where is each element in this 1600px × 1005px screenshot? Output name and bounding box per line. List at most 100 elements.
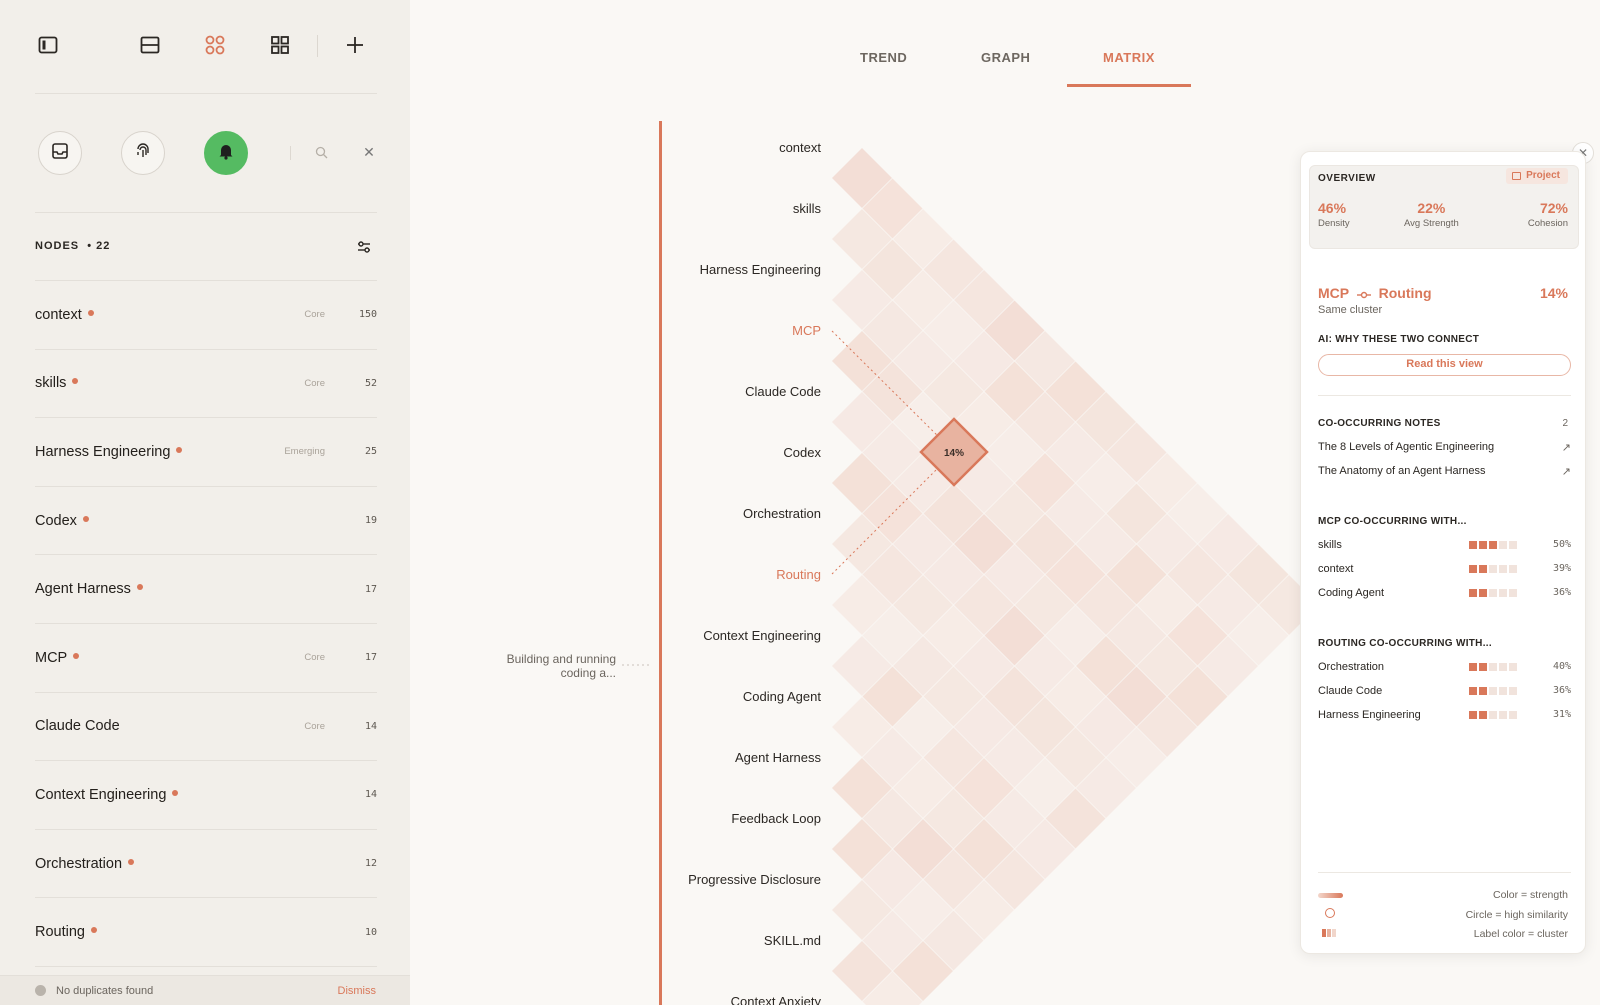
project-badge[interactable]: Project — [1506, 168, 1568, 184]
pair-node-a: MCP — [1318, 285, 1349, 301]
co-occurrence-row[interactable]: skills 50% — [1318, 539, 1571, 551]
strength-bar — [1479, 589, 1487, 597]
strength-bar — [1499, 541, 1507, 549]
co-pct: 36% — [1552, 587, 1571, 598]
strength-bar — [1509, 687, 1517, 695]
strength-bar — [1489, 711, 1497, 719]
matrix-row-label[interactable]: Harness Engineering — [700, 262, 821, 277]
co-pct: 36% — [1552, 685, 1571, 696]
co-node-name: Coding Agent — [1318, 587, 1385, 599]
matrix-row-label[interactable]: SKILL.md — [764, 933, 821, 948]
selected-cell-label: 14% — [944, 448, 964, 459]
stat-value: 72% — [1539, 200, 1568, 216]
strength-bar — [1489, 687, 1497, 695]
strength-bar — [1479, 663, 1487, 671]
matrix-row-label[interactable]: context — [779, 140, 821, 155]
link-icon — [1356, 286, 1371, 302]
density-stat: 46% Density — [1318, 200, 1350, 229]
strength-bar — [1469, 663, 1477, 671]
strength-bar — [1499, 663, 1507, 671]
matrix-cells — [832, 148, 1319, 1005]
stat-value: 46% — [1318, 200, 1347, 216]
strength-bar — [1489, 663, 1497, 671]
lock-icon — [1512, 172, 1522, 180]
matrix-row-label[interactable]: MCP — [792, 323, 821, 338]
pair-title: MCP Routing — [1318, 285, 1432, 302]
matrix-row-label[interactable]: skills — [793, 201, 821, 216]
matrix-row-label[interactable]: Orchestration — [743, 506, 821, 521]
matrix-row-label[interactable]: Context Anxiety — [731, 994, 821, 1005]
co-node-name: Orchestration — [1318, 661, 1385, 673]
ai-section-title: AI: WHY THESE TWO CONNECT — [1318, 334, 1480, 345]
matrix-row-label[interactable]: Coding Agent — [743, 689, 821, 704]
note-title: The Anatomy of an Agent Harness — [1318, 465, 1486, 477]
co-occurrence-row[interactable]: Harness Engineering 31% — [1318, 709, 1571, 721]
routing-co-title: ROUTING CO-OCCURRING WITH... — [1318, 638, 1492, 649]
pair-node-b: Routing — [1378, 285, 1432, 301]
pair-cluster: Same cluster — [1318, 304, 1383, 316]
details-panel: OVERVIEW Project 46% Density 22% Avg Stren… — [1300, 151, 1586, 954]
strength-bar — [1509, 541, 1517, 549]
strength-bar — [1469, 711, 1477, 719]
strength-bars — [1469, 663, 1517, 671]
strength-bar — [1489, 565, 1497, 573]
notes-count: 2 — [1562, 418, 1568, 429]
external-link-icon: ↗ — [1561, 466, 1571, 478]
divider — [1318, 395, 1571, 396]
co-occurrence-row[interactable]: context 39% — [1318, 563, 1571, 575]
matrix-row-label[interactable]: Progressive Disclosure — [688, 872, 821, 887]
notes-section-title: CO-OCCURRING NOTES — [1318, 418, 1441, 429]
matrix-row-label[interactable]: Claude Code — [745, 384, 821, 399]
mcp-co-title: MCP CO-OCCURRING WITH... — [1318, 516, 1467, 527]
external-link-icon: ↗ — [1561, 442, 1571, 454]
co-pct: 40% — [1552, 661, 1571, 672]
legend-cluster: Label color = cluster — [1473, 928, 1568, 940]
cohesion-stat: 72% Cohesion — [1528, 200, 1568, 229]
strength-bar — [1509, 663, 1517, 671]
strength-bar — [1469, 541, 1477, 549]
matrix-row-label[interactable]: Feedback Loop — [731, 811, 821, 826]
matrix-row-label[interactable]: Codex — [783, 445, 821, 460]
note-link[interactable]: The Anatomy of an Agent Harness ↗ — [1318, 465, 1571, 478]
note-title: The 8 Levels of Agentic Engineering — [1318, 441, 1495, 453]
co-pct: 39% — [1552, 563, 1571, 574]
co-occurrence-row[interactable]: Coding Agent 36% — [1318, 587, 1571, 599]
matrix-row-label[interactable]: Context Engineering — [703, 628, 821, 643]
strength-bar — [1499, 565, 1507, 573]
strength-bar — [1499, 711, 1507, 719]
strength-bar — [1489, 541, 1497, 549]
stat-value: 22% — [1417, 200, 1446, 216]
strength-bars — [1469, 711, 1517, 719]
read-view-button[interactable]: Read this view — [1318, 354, 1571, 376]
strength-gradient-icon — [1318, 893, 1343, 898]
co-pct: 50% — [1552, 539, 1571, 550]
pair-strength: 14% — [1539, 285, 1568, 301]
legend-strength: Color = strength — [1493, 889, 1568, 901]
strength-bar — [1479, 711, 1487, 719]
legend-similarity: Circle = high similarity — [1465, 909, 1568, 921]
strength-bar — [1469, 589, 1477, 597]
co-pct: 31% — [1552, 709, 1571, 720]
co-node-name: context — [1318, 563, 1354, 575]
strength-bars — [1469, 687, 1517, 695]
strength-bar — [1489, 589, 1497, 597]
cluster-bars-icon — [1322, 929, 1336, 937]
strength-bar — [1479, 541, 1487, 549]
matrix-row-label[interactable]: Agent Harness — [735, 750, 821, 765]
strength-bar — [1469, 565, 1477, 573]
project-label: Project — [1526, 170, 1560, 181]
strength-bar — [1479, 565, 1487, 573]
note-link[interactable]: The 8 Levels of Agentic Engineering ↗ — [1318, 441, 1571, 454]
strength-bar — [1509, 711, 1517, 719]
strength-bar — [1499, 687, 1507, 695]
strength-bar — [1509, 589, 1517, 597]
stat-label: Cohesion — [1527, 218, 1568, 229]
strength-bar — [1469, 687, 1477, 695]
matrix-row-label[interactable]: Routing — [776, 567, 821, 582]
strength-bar — [1479, 687, 1487, 695]
co-occurrence-row[interactable]: Orchestration 40% — [1318, 661, 1571, 673]
co-occurrence-row[interactable]: Claude Code 36% — [1318, 685, 1571, 697]
strength-bars — [1469, 541, 1517, 549]
stat-label: Avg Strength — [1404, 218, 1459, 229]
circle-icon — [1325, 908, 1335, 918]
